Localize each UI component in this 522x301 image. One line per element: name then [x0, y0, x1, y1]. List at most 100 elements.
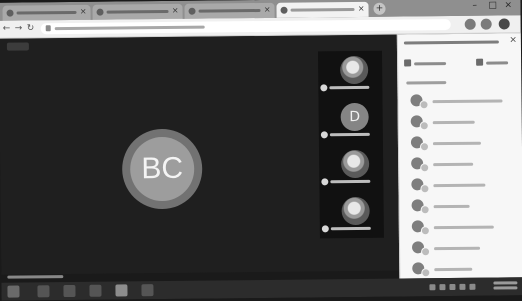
mic-off-icon	[420, 184, 430, 194]
panel-title	[403, 40, 499, 45]
mic-off-icon	[320, 84, 328, 92]
tray-icon[interactable]	[469, 283, 476, 290]
participant-tile[interactable]	[318, 51, 382, 98]
participant-row[interactable]	[400, 195, 522, 217]
browser-tab-active[interactable]: ×	[276, 1, 369, 18]
forward-arrow-icon[interactable]: →	[15, 23, 23, 34]
url-text	[54, 25, 205, 31]
browser-tab[interactable]: ×	[92, 3, 183, 20]
favicon-icon	[6, 9, 14, 17]
favicon-icon	[188, 7, 196, 15]
network-icon[interactable]	[459, 283, 466, 290]
start-icon[interactable]	[7, 285, 20, 298]
participant-tile[interactable]: D	[318, 98, 382, 145]
close-tab-icon[interactable]: ×	[358, 4, 365, 14]
star-icon[interactable]	[464, 18, 476, 30]
participant-photo	[341, 149, 370, 179]
clock[interactable]	[493, 281, 518, 291]
new-tab-button[interactable]: +	[373, 2, 386, 15]
participant-name	[433, 204, 470, 209]
add-people-button[interactable]	[404, 58, 454, 69]
taskbar	[1, 277, 522, 301]
participant-name	[432, 120, 475, 125]
screen: × × × × + – □ × ← → ↻ BC D ×	[0, 0, 522, 301]
taskbar-app-icon[interactable]	[89, 284, 102, 297]
participant-photo	[341, 196, 370, 226]
person-add-icon	[404, 59, 412, 67]
participant-row[interactable]	[400, 237, 522, 259]
close-icon[interactable]: ×	[509, 35, 517, 46]
tray-icon[interactable]	[429, 284, 436, 291]
minimize-icon[interactable]: –	[472, 0, 477, 12]
close-tab-icon[interactable]: ×	[264, 5, 271, 15]
favicon-icon	[280, 6, 288, 14]
mic-off-icon	[419, 121, 429, 131]
participant-row[interactable]	[399, 153, 522, 175]
mic-off-icon	[420, 205, 430, 215]
share-label	[486, 61, 509, 65]
participant-filmstrip: D	[317, 50, 384, 239]
tab-title	[106, 9, 169, 14]
people-panel: ×	[396, 33, 522, 279]
close-tab-icon[interactable]: ×	[80, 7, 87, 17]
tab-title	[16, 10, 77, 15]
maximize-icon[interactable]: □	[488, 0, 497, 12]
participant-name	[434, 246, 481, 251]
participant-name	[329, 85, 370, 90]
participant-name	[432, 99, 503, 104]
share-button[interactable]	[476, 57, 516, 67]
participant-tile[interactable]	[319, 145, 383, 192]
participant-row[interactable]	[398, 90, 522, 112]
meeting-badge	[6, 42, 29, 51]
section-label	[406, 81, 447, 85]
tray-icon[interactable]	[439, 284, 446, 291]
lock-icon	[45, 25, 51, 32]
active-speaker-avatar: BC	[129, 136, 195, 202]
back-arrow-icon[interactable]: ←	[3, 24, 11, 35]
tab-title	[198, 8, 261, 13]
mic-off-icon	[421, 268, 431, 278]
presenter-name	[7, 275, 64, 279]
share-icon	[476, 58, 484, 66]
mic-off-icon	[320, 131, 328, 139]
mic-off-icon	[321, 225, 329, 233]
mic-off-icon	[419, 100, 429, 110]
close-window-icon[interactable]: ×	[504, 0, 512, 11]
browser-tab[interactable]: ×	[184, 2, 275, 19]
participant-row[interactable]	[399, 111, 522, 133]
mic-off-icon	[321, 178, 329, 186]
mic-off-icon	[421, 247, 431, 257]
active-speaker-ring: BC	[121, 128, 203, 210]
participant-name	[329, 132, 370, 137]
add-people-label	[414, 62, 447, 66]
participant-avatar: D	[340, 102, 369, 132]
taskbar-app-icon[interactable]	[63, 284, 76, 298]
favicon-icon	[96, 8, 104, 16]
participant-row[interactable]	[399, 174, 522, 196]
close-tab-icon[interactable]: ×	[172, 6, 179, 16]
profile-avatar-icon[interactable]	[498, 18, 510, 30]
tab-title	[290, 8, 355, 12]
extension-icon[interactable]	[480, 18, 492, 30]
participant-name	[433, 183, 486, 188]
participant-name	[433, 225, 494, 230]
url-input[interactable]	[40, 19, 451, 35]
mic-off-icon	[420, 163, 430, 173]
taskbar-app-icon[interactable]	[37, 285, 50, 298]
participant-name	[433, 162, 474, 167]
participant-name	[330, 179, 371, 184]
participant-row[interactable]	[399, 132, 522, 154]
participant-photo	[340, 55, 369, 85]
volume-icon[interactable]	[449, 283, 456, 291]
participant-name	[432, 141, 481, 146]
participant-row[interactable]	[400, 216, 522, 238]
participant-name	[330, 226, 371, 231]
browser-tab[interactable]: ×	[2, 4, 91, 21]
mic-off-icon	[419, 142, 430, 152]
taskbar-app-icon[interactable]	[115, 284, 128, 297]
mic-off-icon	[420, 226, 430, 236]
reload-icon[interactable]: ↻	[27, 23, 35, 34]
participant-tile[interactable]	[319, 192, 383, 239]
taskbar-app-icon[interactable]	[141, 284, 154, 297]
participant-name	[434, 267, 473, 272]
